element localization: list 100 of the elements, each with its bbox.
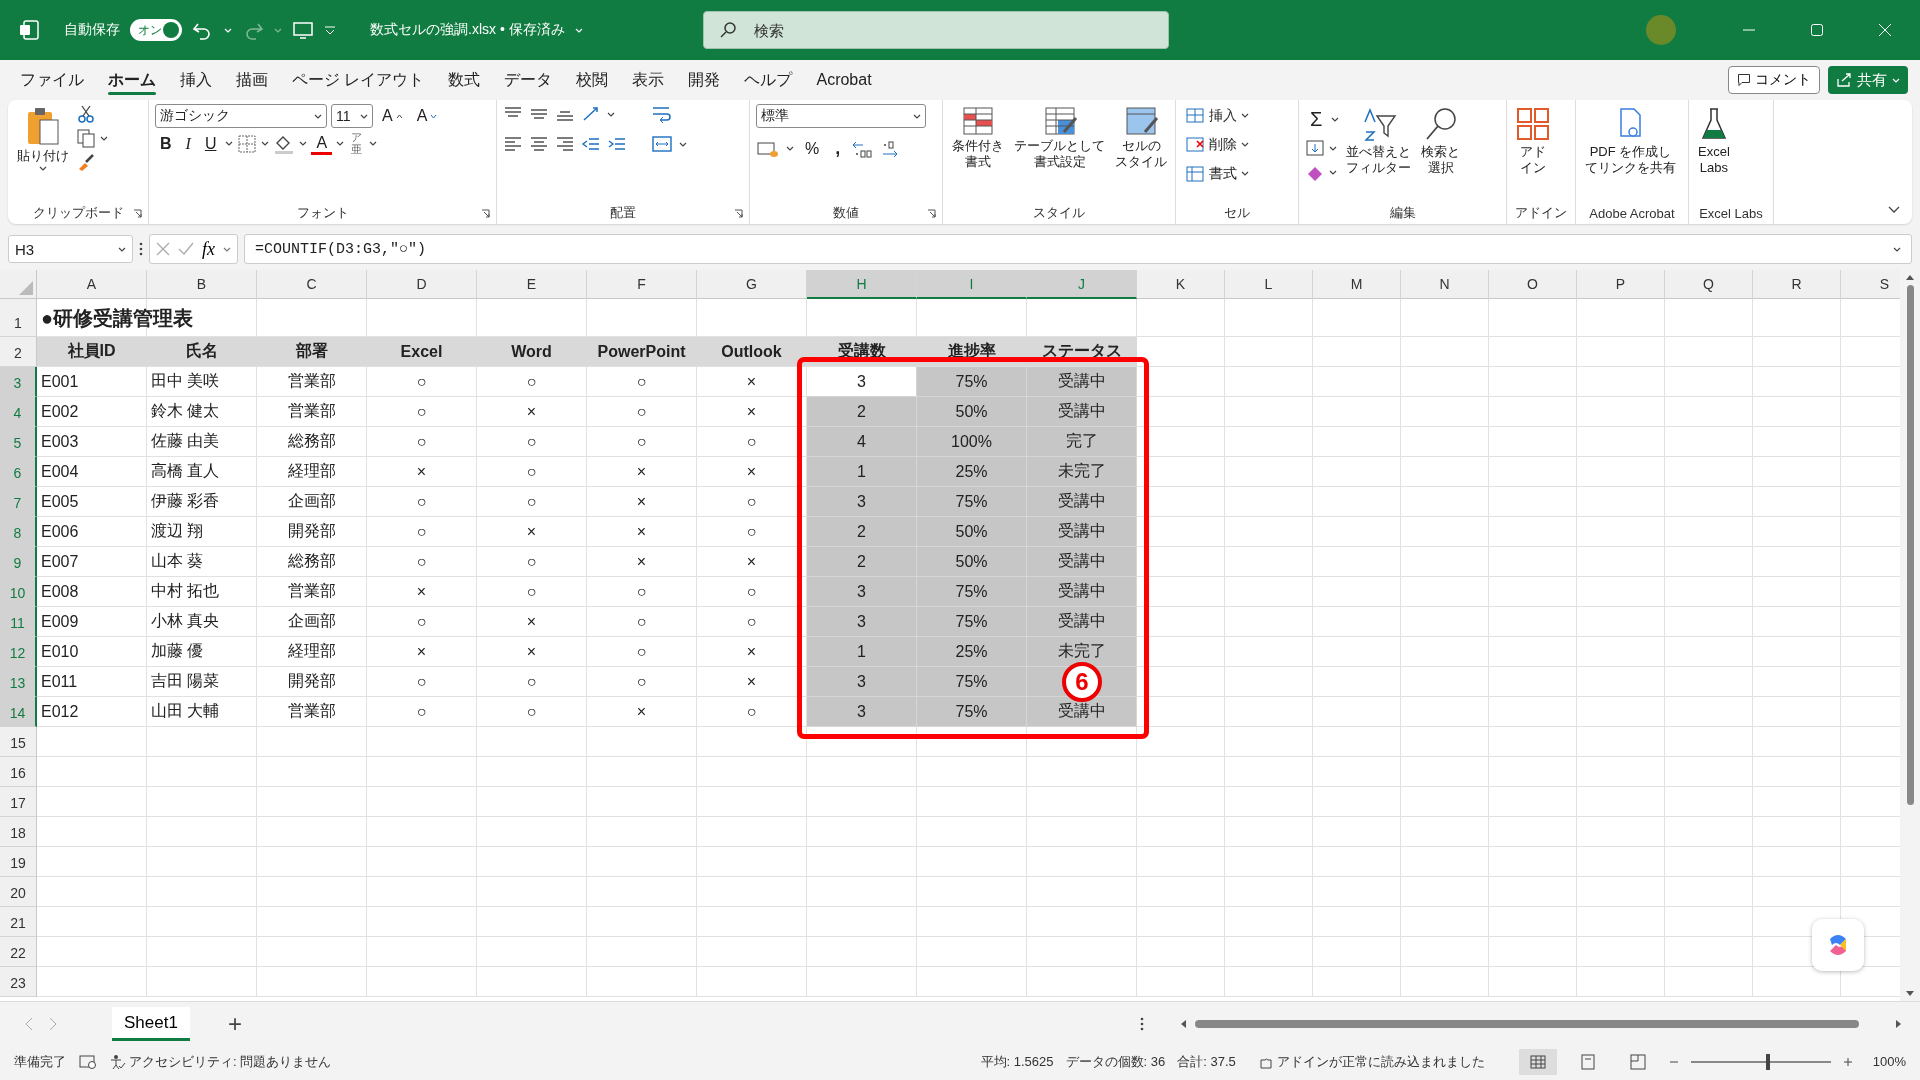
row-header[interactable]: 7 [0, 487, 37, 517]
zoom-in-icon[interactable] [1842, 1056, 1853, 1067]
caret-icon[interactable] [913, 113, 921, 119]
caret-icon[interactable] [261, 141, 270, 147]
more-vertical-icon[interactable] [1140, 1017, 1144, 1031]
font-size-field[interactable]: 11 [331, 104, 373, 128]
insert-cells-button[interactable]: 挿入 [1182, 104, 1252, 127]
column-header[interactable]: B [147, 270, 257, 299]
copilot-button[interactable] [1812, 919, 1864, 971]
row-header[interactable]: 12 [0, 637, 37, 667]
caret-icon[interactable] [786, 146, 794, 151]
text-orientation-icon[interactable] [581, 105, 601, 123]
align-right-icon[interactable] [555, 135, 575, 153]
scroll-right-icon[interactable] [1895, 1019, 1902, 1029]
scroll-down-icon[interactable] [1905, 990, 1915, 997]
enter-check-icon[interactable] [178, 242, 194, 256]
column-header[interactable]: F [587, 270, 697, 299]
caret-icon[interactable] [100, 135, 108, 141]
row-header[interactable]: 10 [0, 577, 37, 607]
accessibility-status[interactable]: アクセシビリティ: 問題ありません [129, 1052, 332, 1071]
column-header[interactable]: N [1401, 270, 1489, 299]
more-vertical-icon[interactable] [139, 242, 143, 256]
accessibility-icon[interactable] [110, 1053, 126, 1070]
search-field[interactable]: 検索 [702, 11, 1169, 49]
caret-icon[interactable] [1241, 142, 1249, 147]
scissors-icon[interactable] [76, 104, 96, 124]
italic-button[interactable]: I [180, 132, 196, 155]
row-header[interactable]: 1 [0, 299, 37, 337]
caret-icon[interactable] [223, 246, 231, 252]
underline-button[interactable]: U [199, 132, 222, 155]
caret-icon[interactable] [1893, 246, 1901, 252]
normal-view-button[interactable] [1518, 1048, 1557, 1075]
bold-button[interactable]: B [155, 132, 177, 155]
comma-style-button[interactable]: , [830, 136, 846, 161]
caret-icon[interactable] [225, 141, 234, 147]
phonetic-button[interactable]: ア 亜 [348, 132, 366, 156]
fill-down-icon[interactable] [1305, 139, 1325, 157]
increase-indent-icon[interactable] [607, 135, 627, 153]
column-header[interactable]: R [1753, 270, 1841, 299]
row-header[interactable]: 5 [0, 427, 37, 457]
number-format-field[interactable]: 標準 [756, 104, 926, 128]
row-header[interactable]: 19 [0, 847, 37, 877]
close-icon[interactable] [1878, 23, 1892, 37]
caret-icon[interactable] [1331, 117, 1340, 122]
ribbon-tab[interactable]: 数式 [436, 63, 493, 97]
row-header[interactable]: 2 [0, 337, 37, 367]
row-header[interactable]: 4 [0, 397, 37, 427]
caret-icon[interactable] [39, 165, 47, 171]
zoom-level[interactable]: 100% [1872, 1054, 1906, 1069]
caret-icon[interactable] [1329, 169, 1337, 175]
caret-icon[interactable] [118, 246, 126, 252]
ribbon-tab[interactable]: ページ レイアウト [280, 63, 437, 97]
column-header[interactable]: C [257, 270, 367, 299]
ribbon-tab[interactable]: 描画 [224, 63, 280, 97]
zoom-slider-thumb[interactable] [1765, 1053, 1770, 1070]
column-header[interactable]: A [37, 270, 147, 299]
scroll-left-icon[interactable] [1180, 1019, 1187, 1029]
merge-center-icon[interactable] [651, 134, 673, 154]
column-header[interactable]: H [807, 270, 917, 299]
sort-filter-button[interactable]: 並べ替えと フィルター [1343, 104, 1415, 178]
ribbon-tab[interactable]: ファイル [8, 63, 96, 97]
wrap-text-icon[interactable] [651, 104, 673, 124]
caret-icon[interactable] [314, 113, 322, 119]
find-select-button[interactable]: 検索と 選択 [1418, 104, 1464, 178]
caret-icon[interactable] [336, 141, 345, 147]
column-header[interactable]: P [1577, 270, 1665, 299]
copy-icon[interactable] [76, 128, 96, 148]
delete-cells-button[interactable]: 削除 [1182, 133, 1252, 156]
column-header[interactable]: L [1225, 270, 1313, 299]
customize-menu-icon[interactable] [324, 25, 336, 35]
row-header[interactable]: 18 [0, 817, 37, 847]
caret-icon[interactable] [1241, 113, 1249, 118]
row-header[interactable]: 21 [0, 907, 37, 937]
caret-icon[interactable] [679, 141, 687, 147]
excel-labs-button[interactable]: Excel Labs [1695, 104, 1733, 178]
caret-icon[interactable] [1329, 145, 1337, 151]
ribbon-tab[interactable]: 開発 [676, 63, 733, 97]
scroll-up-icon[interactable] [1905, 274, 1915, 281]
column-header[interactable]: E [477, 270, 587, 299]
comment-button[interactable]: コメント [1728, 66, 1820, 94]
font-color-button[interactable]: A [311, 132, 333, 156]
column-header[interactable]: J [1027, 270, 1137, 299]
align-left-icon[interactable] [503, 135, 523, 153]
row-header[interactable]: 15 [0, 727, 37, 757]
cell-styles-button[interactable]: セルの スタイル [1112, 104, 1170, 172]
scrollbar-thumb[interactable] [1906, 285, 1914, 805]
scrollbar-thumb[interactable] [1195, 1020, 1859, 1028]
maximize-icon[interactable] [1810, 23, 1824, 37]
caret-icon[interactable] [369, 141, 378, 147]
ribbon-tab[interactable]: 表示 [620, 63, 677, 97]
align-center-icon[interactable] [529, 135, 549, 153]
column-header[interactable]: K [1137, 270, 1225, 299]
row-header[interactable]: 8 [0, 517, 37, 547]
dialog-launcher-icon[interactable] [734, 209, 743, 218]
format-as-table-button[interactable]: テーブルとして 書式設定 [1011, 104, 1108, 172]
column-header[interactable]: S [1841, 270, 1900, 299]
ribbon-tab[interactable]: データ [492, 63, 565, 97]
insert-function-button[interactable]: fx [202, 238, 215, 260]
row-header[interactable]: 13 [0, 667, 37, 697]
font-name-field[interactable]: 游ゴシック [155, 104, 327, 128]
